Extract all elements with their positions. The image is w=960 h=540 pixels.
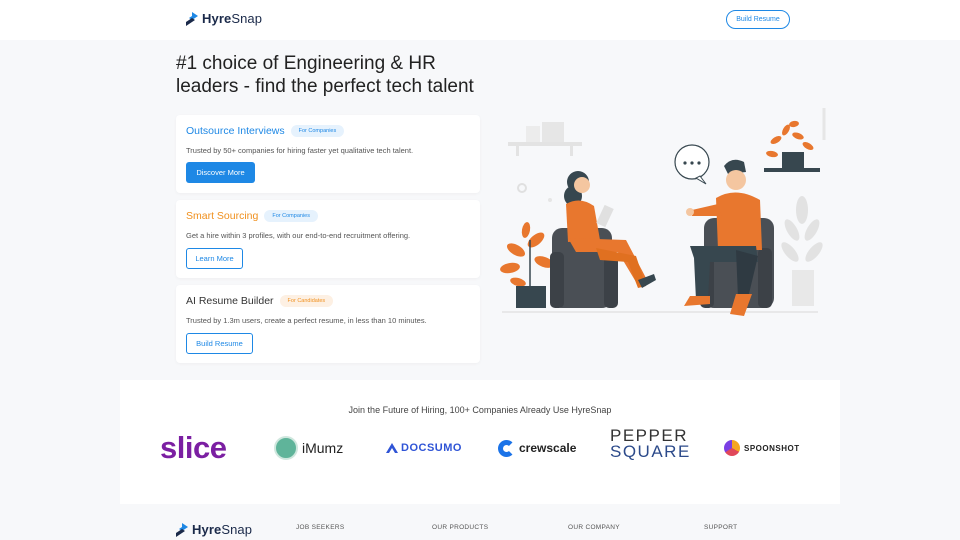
trusted-companies-section: Join the Future of Hiring, 100+ Companie… xyxy=(120,380,840,504)
build-resume-button[interactable]: Build Resume xyxy=(186,333,253,354)
footer-logo[interactable]: HyreSnap xyxy=(176,522,252,537)
hyresnap-logo-icon xyxy=(186,11,198,26)
footer-heading-our-products: OUR PRODUCTS xyxy=(432,524,489,531)
outsource-interviews-card: Outsource Interviews For Companies Trust… xyxy=(176,115,480,193)
crewscale-logo-text: crewscale xyxy=(519,441,577,455)
docsumo-logo-text: DOCSUMO xyxy=(401,442,462,454)
top-header: HyreSnap Build Resume xyxy=(0,0,960,40)
pepper-square-logo: PEPPER SQUARE xyxy=(610,427,691,468)
audience-badge: For Candidates xyxy=(279,295,334,307)
footer-brand-light: Snap xyxy=(221,522,253,537)
brand-name: HyreSnap xyxy=(202,11,262,26)
pepper-logo-line-2: SQUARE xyxy=(610,442,691,461)
card-title[interactable]: Smart Sourcing xyxy=(186,210,258,222)
crewscale-logo-icon xyxy=(498,439,515,457)
card-title[interactable]: AI Resume Builder xyxy=(186,295,274,307)
brand-name-light: Snap xyxy=(231,11,263,26)
spoonshot-logo-text: SPOONSHOT xyxy=(744,443,800,453)
ai-resume-builder-card: AI Resume Builder For Candidates Trusted… xyxy=(176,285,480,363)
footer-logo-icon xyxy=(176,522,188,537)
interview-illustration xyxy=(500,108,826,316)
card-description: Trusted by 50+ companies for hiring fast… xyxy=(186,146,414,155)
spoonshot-logo: SPOONSHOT xyxy=(724,428,800,468)
audience-badge: For Companies xyxy=(290,125,345,137)
spoonshot-logo-icon xyxy=(724,440,740,456)
imumz-logo: iMumz xyxy=(274,428,343,468)
docsumo-logo-icon xyxy=(386,443,398,453)
footer-heading-support: SUPPORT xyxy=(704,524,738,531)
card-title[interactable]: Outsource Interviews xyxy=(186,125,285,137)
hyresnap-logo[interactable]: HyreSnap xyxy=(186,11,262,26)
audience-badge: For Companies xyxy=(264,210,318,222)
imumz-logo-icon xyxy=(274,436,298,460)
card-description: Get a hire within 3 profiles, with our e… xyxy=(186,231,411,240)
card-description: Trusted by 1.3m users, create a perfect … xyxy=(186,316,427,325)
docsumo-logo: DOCSUMO xyxy=(386,428,462,468)
footer-heading-job-seekers: JOB SEEKERS xyxy=(296,524,345,531)
footer-brand-bold: Hyre xyxy=(192,522,222,537)
companies-heading: Join the Future of Hiring, 100+ Companie… xyxy=(348,405,612,415)
brand-name-bold: Hyre xyxy=(202,11,232,26)
learn-more-button[interactable]: Learn More xyxy=(186,248,243,269)
discover-more-button[interactable]: Discover More xyxy=(186,162,255,183)
footer-heading-our-company: OUR COMPANY xyxy=(568,524,620,531)
header-build-resume-button[interactable]: Build Resume xyxy=(726,10,790,29)
smart-sourcing-card: Smart Sourcing For Companies Get a hire … xyxy=(176,200,480,278)
crewscale-logo: crewscale xyxy=(498,428,576,468)
footer-brand-name: HyreSnap xyxy=(192,522,252,537)
slice-logo: slice xyxy=(160,430,227,465)
hero-title: #1 choice of Engineering & HR leaders - … xyxy=(176,53,474,97)
imumz-logo-text: iMumz xyxy=(302,440,344,456)
